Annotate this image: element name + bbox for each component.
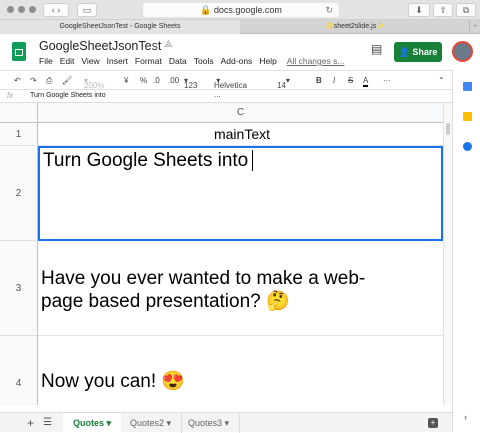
strikethrough-button[interactable]: S [348, 76, 353, 85]
row-header-2[interactable]: 2 [0, 146, 38, 241]
undo-icon[interactable]: ↶ [14, 76, 21, 85]
move-to-drive-icon[interactable]: ⟁ [164, 39, 173, 50]
share-label: Share [412, 47, 438, 57]
keep-icon[interactable] [463, 112, 472, 121]
font-size-select[interactable]: 14 ▾ [277, 76, 290, 90]
menu-bar: File Edit View Insert Format Data Tools … [39, 56, 344, 66]
menu-file[interactable]: File [39, 56, 53, 66]
close-window-button[interactable] [7, 6, 14, 13]
sheet-tab-label: Quotes2 [130, 418, 165, 428]
menu-view[interactable]: View [81, 56, 99, 66]
sheets-logo-icon[interactable] [12, 42, 26, 61]
sheet-tab-quotes3[interactable]: Quotes3 ▾ [178, 413, 241, 433]
menu-insert[interactable]: Insert [107, 56, 128, 66]
sidebar-icon[interactable]: ▭ [77, 3, 97, 17]
add-sheet-button[interactable]: + [27, 416, 34, 430]
currency-button[interactable]: ¥ [124, 76, 128, 85]
sheet-tab-quotes[interactable]: Quotes ▾ [63, 413, 122, 433]
save-status-link[interactable]: All changes s... [287, 56, 345, 66]
sheet-tab-label: Quotes3 [188, 418, 223, 428]
comments-icon[interactable]: ▤ [371, 42, 382, 56]
browser-toolbar: ‹ › ▭ 🔒 docs.google.com ↻ ⬇ ⇧ ⧉ [0, 0, 480, 20]
percent-button[interactable]: % [140, 76, 147, 85]
explore-icon[interactable]: + [428, 418, 438, 428]
formula-bar: fx Turn Google Sheets into [0, 90, 452, 103]
cell-c3[interactable]: Have you ever wanted to make a web-page … [38, 241, 443, 336]
row-header-3[interactable]: 3 [0, 241, 38, 336]
menu-addons[interactable]: Add-ons [221, 56, 253, 66]
bold-button[interactable]: B [316, 76, 322, 85]
menu-tools[interactable]: Tools [194, 56, 214, 66]
text-cursor [252, 150, 259, 171]
italic-button[interactable]: I [333, 76, 335, 85]
menu-format[interactable]: Format [135, 56, 162, 66]
zoom-select[interactable]: 200% ▾ [84, 76, 104, 90]
menu-data[interactable]: Data [169, 56, 187, 66]
address-bar[interactable]: 🔒 docs.google.com ↻ [143, 3, 339, 17]
calendar-icon[interactable] [463, 82, 472, 91]
cell-c2-text: Turn Google Sheets into [43, 150, 249, 171]
back-forward-buttons[interactable]: ‹ › [43, 3, 69, 17]
avatar[interactable] [452, 41, 473, 62]
all-sheets-icon[interactable]: ☰ [43, 417, 52, 428]
number-format-select[interactable]: 123 ▾ [184, 76, 197, 90]
share-button[interactable]: 👤 Share [394, 42, 442, 62]
font-size-value: 14 [277, 81, 286, 90]
sheet-tabs-bar: + ☰ Quotes ▾ Quotes2 ▾ Quotes3 ▾ + [0, 412, 452, 433]
font-select[interactable]: Helvetica ... ▾ [214, 76, 247, 99]
more-button[interactable]: ··· [383, 76, 391, 85]
cell-c2-editing[interactable]: Turn Google Sheets into [38, 146, 443, 241]
menu-edit[interactable]: Edit [60, 56, 75, 66]
side-panel: › [452, 70, 480, 432]
paint-format-icon[interactable]: 🖌 [62, 76, 72, 85]
print-icon[interactable]: ⎙ [46, 76, 52, 86]
expand-panel-icon[interactable]: › [464, 412, 467, 422]
fx-icon: fx [7, 91, 14, 100]
cell-c1[interactable]: mainText [38, 123, 443, 146]
vertical-scrollbar[interactable] [443, 103, 452, 405]
column-header-c[interactable]: C [38, 103, 443, 123]
zoom-window-button[interactable] [29, 6, 36, 13]
zoom-value: 200% [84, 81, 105, 90]
text-color-button[interactable]: A [363, 76, 369, 87]
select-all-corner[interactable] [0, 103, 38, 123]
browser-tab-active[interactable]: GoogleSheetJsonTest - Google Sheets [0, 20, 240, 34]
minimize-window-button[interactable] [18, 6, 25, 13]
browser-tabs: GoogleSheetJsonTest - Google Sheets ✨she… [0, 20, 480, 34]
share-icon[interactable]: ⇧ [433, 3, 453, 17]
increase-decimal-button[interactable]: .00 [168, 76, 179, 85]
url-text: docs.google.com [213, 5, 282, 15]
formatting-toolbar: ↶ ↷ ⎙ 🖌 200% ▾ ¥ % .0 .00 123 ▾ Helvetica… [0, 70, 452, 99]
formula-input[interactable]: Turn Google Sheets into [30, 92, 106, 99]
spreadsheet-grid: C 1 mainText 2 Turn Google Sheets into 3… [0, 103, 443, 405]
sheet-tab-quotes2[interactable]: Quotes2 ▾ [120, 413, 183, 433]
download-icon[interactable]: ⬇ [408, 3, 430, 17]
reload-icon[interactable]: ↻ [325, 3, 333, 17]
star-icon[interactable]: ☆ [150, 39, 160, 52]
row-header-4[interactable]: 4 [0, 336, 38, 405]
row-header-1[interactable]: 1 [0, 123, 38, 146]
cell-c4[interactable]: Now you can! 😍 [38, 336, 443, 405]
document-title[interactable]: GoogleSheetJsonTest [39, 39, 161, 53]
number-format-value: 123 [184, 81, 198, 90]
decrease-decimal-button[interactable]: .0 [153, 76, 160, 85]
sheets-header: GoogleSheetJsonTest ☆ ⟁ File Edit View I… [0, 34, 480, 70]
redo-icon[interactable]: ↷ [30, 76, 37, 85]
new-tab-button[interactable]: + [469, 20, 480, 34]
collapse-menu-icon[interactable]: ⌃ [438, 76, 445, 85]
tasks-icon[interactable] [463, 142, 472, 151]
menu-help[interactable]: Help [259, 56, 276, 66]
browser-tab[interactable]: ✨sheet2slide.js✨ [241, 20, 469, 34]
sheet-tab-label: Quotes [73, 418, 105, 428]
tabs-overview-icon[interactable]: ⧉ [456, 3, 476, 17]
